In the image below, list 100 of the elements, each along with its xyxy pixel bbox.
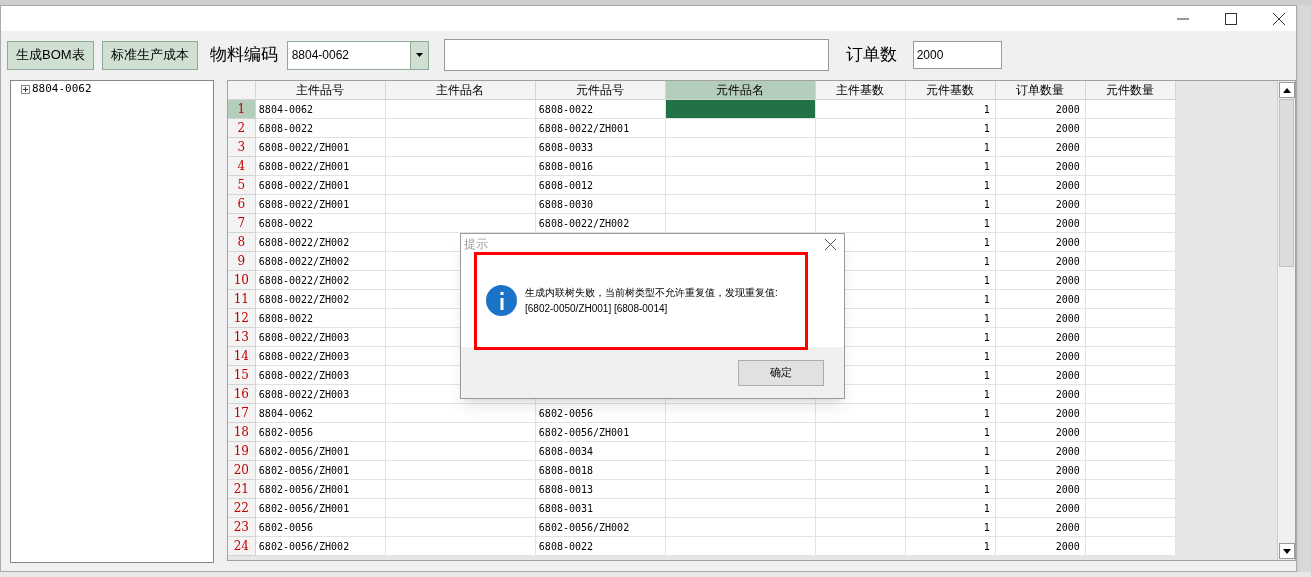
dropdown-icon[interactable]	[409, 41, 428, 69]
column-header[interactable]: 元件基数	[905, 81, 996, 100]
table-cell: 6808-0033	[535, 138, 666, 157]
column-header[interactable]: 主件品名	[385, 81, 536, 100]
row-number: 19	[227, 442, 256, 461]
table-cell: 2000	[995, 537, 1086, 556]
row-number: 10	[227, 271, 256, 290]
table-cell: 6802-0056/ZH002	[255, 537, 386, 556]
table-cell: 6802-0056/ZH001	[535, 423, 666, 442]
field-label: 物料编码	[209, 44, 278, 67]
order-count-field[interactable]: 2000	[912, 41, 1002, 69]
table-cell: 2000	[995, 138, 1086, 157]
table-cell: 6808-0022/ZH002	[255, 252, 386, 271]
table-cell: 1	[905, 214, 996, 233]
table-cell: 2000	[995, 461, 1086, 480]
table-cell: 1	[905, 157, 996, 176]
column-header[interactable]: 元件品名	[665, 81, 816, 100]
table-cell: 6808-0022/ZH001	[255, 138, 386, 157]
row-number: 20	[227, 461, 256, 480]
dialog-message: [6802-0050/ZH001] [6808-0014]	[525, 302, 669, 316]
table-cell: 6802-0056/ZH001	[255, 480, 386, 499]
table-cell: 6808-0022/ZH002	[535, 214, 666, 233]
table-cell: 6808-0012	[535, 176, 666, 195]
row-number: 4	[227, 157, 256, 176]
table-cell: 1	[905, 309, 996, 328]
ok-button[interactable]: 确定	[738, 359, 824, 386]
scroll-down-icon[interactable]	[1278, 543, 1295, 559]
row-number: 16	[227, 385, 256, 404]
material-code-combo[interactable]: 8804-0062	[286, 40, 429, 70]
row-number: 8	[227, 233, 256, 252]
scroll-up-icon[interactable]	[1278, 82, 1295, 98]
scroll-thumb[interactable]	[1279, 99, 1294, 267]
row-number: 22	[227, 499, 256, 518]
row-number: 15	[227, 366, 256, 385]
table-cell: 2000	[995, 423, 1086, 442]
maximize-icon[interactable]	[1225, 12, 1237, 25]
description-field[interactable]	[443, 39, 829, 71]
table-cell: 1	[905, 100, 996, 119]
row-number: 23	[227, 518, 256, 537]
toolbar-button[interactable]: 标准生产成本	[101, 40, 198, 70]
table-cell: 6808-0022/ZH003	[255, 385, 386, 404]
column-header[interactable]: 元件数量	[1085, 81, 1176, 100]
table-cell: 6802-0056/ZH001	[255, 499, 386, 518]
tree-item[interactable]: 8804-0062	[32, 81, 92, 98]
table-cell: 6802-0056	[255, 518, 386, 537]
row-number: 3	[227, 138, 256, 157]
table-cell: 2000	[995, 176, 1086, 195]
table-cell: 6808-0022/ZH001	[255, 157, 386, 176]
table-cell: 6808-0022/ZH001	[255, 176, 386, 195]
column-header[interactable]: 元件品号	[535, 81, 666, 100]
table-cell: 6808-0022	[255, 119, 386, 138]
table-cell: 6808-0022	[535, 537, 666, 556]
table-cell: 1	[905, 347, 996, 366]
expander-icon[interactable]	[21, 85, 30, 94]
column-header[interactable]: 主件基数	[815, 81, 906, 100]
table-cell: 2000	[995, 385, 1086, 404]
info-icon	[486, 285, 517, 316]
table-cell: 2000	[995, 290, 1086, 309]
column-header[interactable]: 订单数量	[995, 81, 1086, 100]
table-cell: 6808-0022/ZH001	[255, 195, 386, 214]
column-header[interactable]: 主件品号	[255, 81, 386, 100]
table-cell: 1	[905, 442, 996, 461]
table-cell: 1	[905, 404, 996, 423]
close-icon[interactable]	[825, 238, 836, 250]
table-cell: 6808-0022/ZH002	[255, 290, 386, 309]
table-cell: 6808-0031	[535, 499, 666, 518]
active-cell[interactable]	[665, 100, 816, 119]
dialog-message: 生成内联树失败，当前树类型不允许重复值，发现重复值:	[525, 286, 778, 300]
table-cell: 2000	[995, 518, 1086, 537]
row-number: 24	[227, 537, 256, 556]
table-cell: 2000	[995, 328, 1086, 347]
table-cell: 6808-0018	[535, 461, 666, 480]
table-cell: 6808-0022	[255, 309, 386, 328]
table-cell: 1	[905, 537, 996, 556]
table-cell: 6802-0056/ZH002	[535, 518, 666, 537]
table-cell: 1	[905, 518, 996, 537]
table-cell: 6808-0022/ZH003	[255, 328, 386, 347]
table-cell: 2000	[995, 157, 1086, 176]
table-cell: 6808-0022/ZH001	[535, 119, 666, 138]
table-cell: 8804-0062	[255, 100, 386, 119]
table-cell: 2000	[995, 347, 1086, 366]
table-cell: 6802-0056/ZH001	[255, 461, 386, 480]
table-cell: 1	[905, 271, 996, 290]
table-cell: 6802-0056	[535, 404, 666, 423]
scrollbar[interactable]	[1277, 81, 1295, 560]
row-number: 11	[227, 290, 256, 309]
table-cell: 2000	[995, 233, 1086, 252]
row-number: 13	[227, 328, 256, 347]
table-cell: 6808-0022/ZH002	[255, 233, 386, 252]
table-cell: 1	[905, 195, 996, 214]
row-number: 9	[227, 252, 256, 271]
table-cell: 6808-0016	[535, 157, 666, 176]
table-cell: 1	[905, 461, 996, 480]
row-number: 1	[227, 100, 256, 119]
row-number: 5	[227, 176, 256, 195]
table-cell: 2000	[995, 499, 1086, 518]
table-cell: 1	[905, 480, 996, 499]
table-cell: 1	[905, 119, 996, 138]
close-icon[interactable]	[1273, 12, 1285, 25]
toolbar-button[interactable]: 生成BOM表	[7, 40, 94, 70]
